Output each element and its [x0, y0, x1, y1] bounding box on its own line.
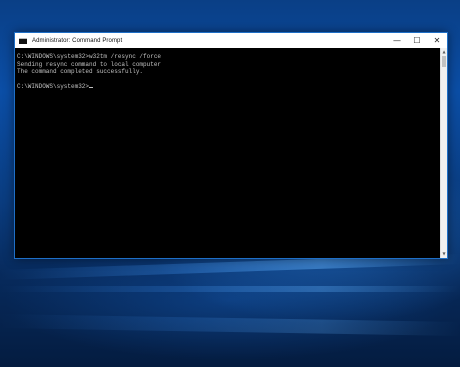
console-line: Sending resync command to local computer	[17, 60, 162, 68]
command-prompt-window[interactable]: Administrator: Command Prompt — ☐ ✕ C:\W…	[14, 32, 448, 259]
cmd-icon	[19, 37, 27, 44]
minimize-button[interactable]: —	[387, 33, 407, 48]
scroll-down-arrow-icon[interactable]: ▼	[441, 251, 447, 257]
text-cursor	[89, 87, 94, 89]
wallpaper-light-beam	[0, 313, 460, 337]
console-output[interactable]: C:\WINDOWS\system32>w32tm /resync /force…	[15, 48, 440, 258]
console-prompt: C:\WINDOWS\system32>	[17, 83, 90, 91]
wallpaper-light-beam	[0, 286, 460, 292]
console-prompt-line[interactable]: C:\WINDOWS\system32>	[17, 83, 440, 91]
console-line: C:\WINDOWS\system32>w32tm /resync /force	[17, 53, 162, 60]
scrollbar-thumb[interactable]	[442, 56, 446, 67]
console-line: The command completed successfully.	[17, 68, 144, 76]
close-button[interactable]: ✕	[427, 33, 447, 48]
title-bar[interactable]: Administrator: Command Prompt — ☐ ✕	[15, 33, 447, 48]
scroll-up-arrow-icon[interactable]: ▲	[441, 49, 447, 55]
window-title: Administrator: Command Prompt	[32, 37, 123, 44]
maximize-button[interactable]: ☐	[407, 33, 427, 48]
vertical-scrollbar[interactable]: ▲ ▼	[440, 48, 447, 258]
window-controls: — ☐ ✕	[387, 33, 447, 48]
